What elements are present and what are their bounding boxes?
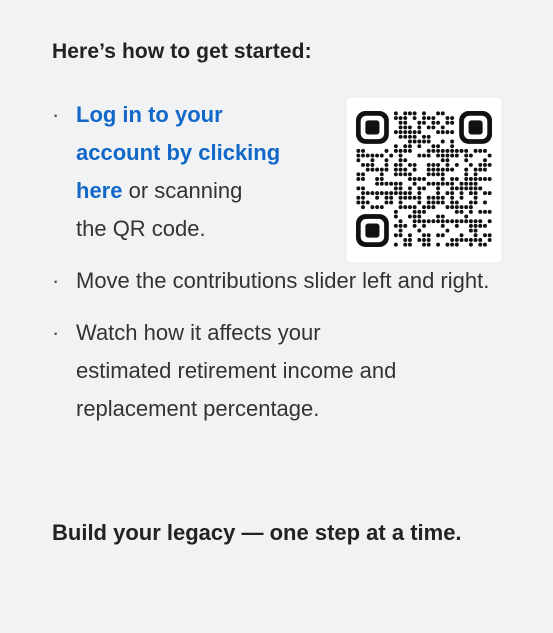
login-text-2: the QR code.: [76, 216, 206, 241]
login-text: or scanning: [122, 178, 243, 203]
qr-finder-pattern: [356, 111, 389, 144]
qr-finder-pattern: [356, 214, 389, 247]
getting-started-card: Here’s how to get started: · Log in to y…: [0, 0, 553, 633]
slider-step-text: Move the contributions slider left and r…: [76, 268, 490, 293]
bullet-dot: ·: [52, 268, 60, 293]
list-item-login: · Log in to your account by clicking her…: [44, 96, 308, 248]
list-item-slider: · Move the contributions slider left and…: [44, 262, 516, 300]
bullet-dot: ·: [52, 102, 60, 127]
qr-code-icon: [356, 111, 492, 247]
watch-step-text: Watch how it affects your estimated reti…: [76, 320, 397, 421]
qr-code[interactable]: [347, 98, 501, 262]
heading: Here’s how to get started:: [52, 40, 312, 63]
qr-finder-pattern: [459, 111, 492, 144]
footer-tagline: Build your legacy — one step at a time.: [52, 520, 462, 545]
list-item-watch: · Watch how it affects your estimated re…: [44, 314, 416, 428]
bullet-dot: ·: [52, 320, 60, 345]
